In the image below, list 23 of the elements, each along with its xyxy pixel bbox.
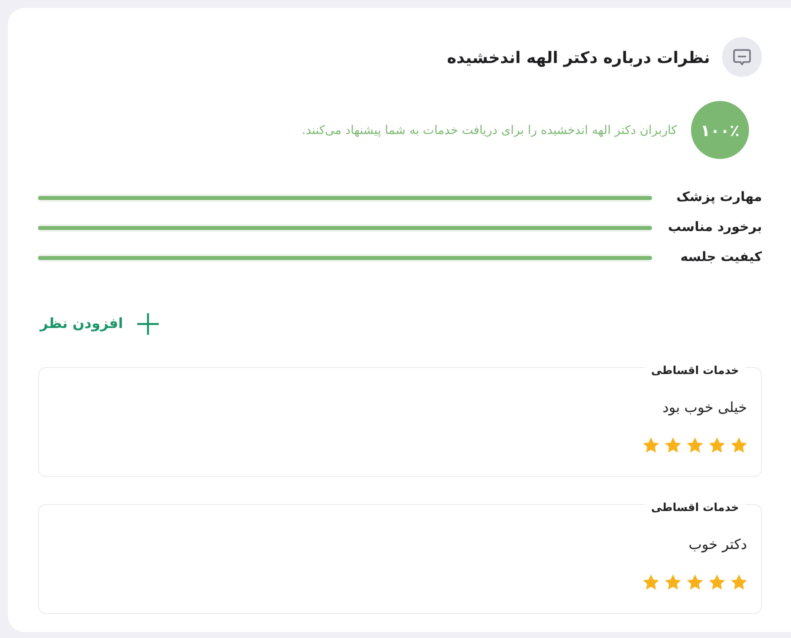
star-icon xyxy=(643,437,659,453)
percent-badge: ۱۰۰٪ xyxy=(691,101,749,159)
chat-icon xyxy=(722,37,762,77)
star-icon xyxy=(665,437,681,453)
star-icon xyxy=(643,574,659,590)
rating-label: کیفیت جلسه xyxy=(679,249,762,267)
service-tag: خدمات اقساطی xyxy=(645,500,745,515)
star-icon xyxy=(687,437,703,453)
add-comment-button[interactable]: افزودن نظر xyxy=(38,309,161,339)
review-text: خیلی خوب بود xyxy=(661,399,747,418)
star-icon xyxy=(709,437,725,453)
star-icon xyxy=(665,574,681,590)
recommendation-text: کاربران دکتر الهه اندخشیده را برای دریافت خدمات به شما پیشنهاد می‌کنند. xyxy=(302,123,677,137)
star-icon xyxy=(709,574,725,590)
star-icon xyxy=(687,574,703,590)
service-tag: خدمات اقساطی xyxy=(645,363,745,378)
rating-label: برخورد مناسب xyxy=(667,219,762,237)
star-icon xyxy=(731,437,747,453)
rating-label: مهارت پزشک xyxy=(675,189,762,207)
review-text: دکتر خوب xyxy=(688,536,747,555)
star-icon xyxy=(731,574,747,590)
section-title: نظرات درباره دکتر الهه اندخشیده xyxy=(446,48,710,66)
plus-icon xyxy=(137,313,159,335)
